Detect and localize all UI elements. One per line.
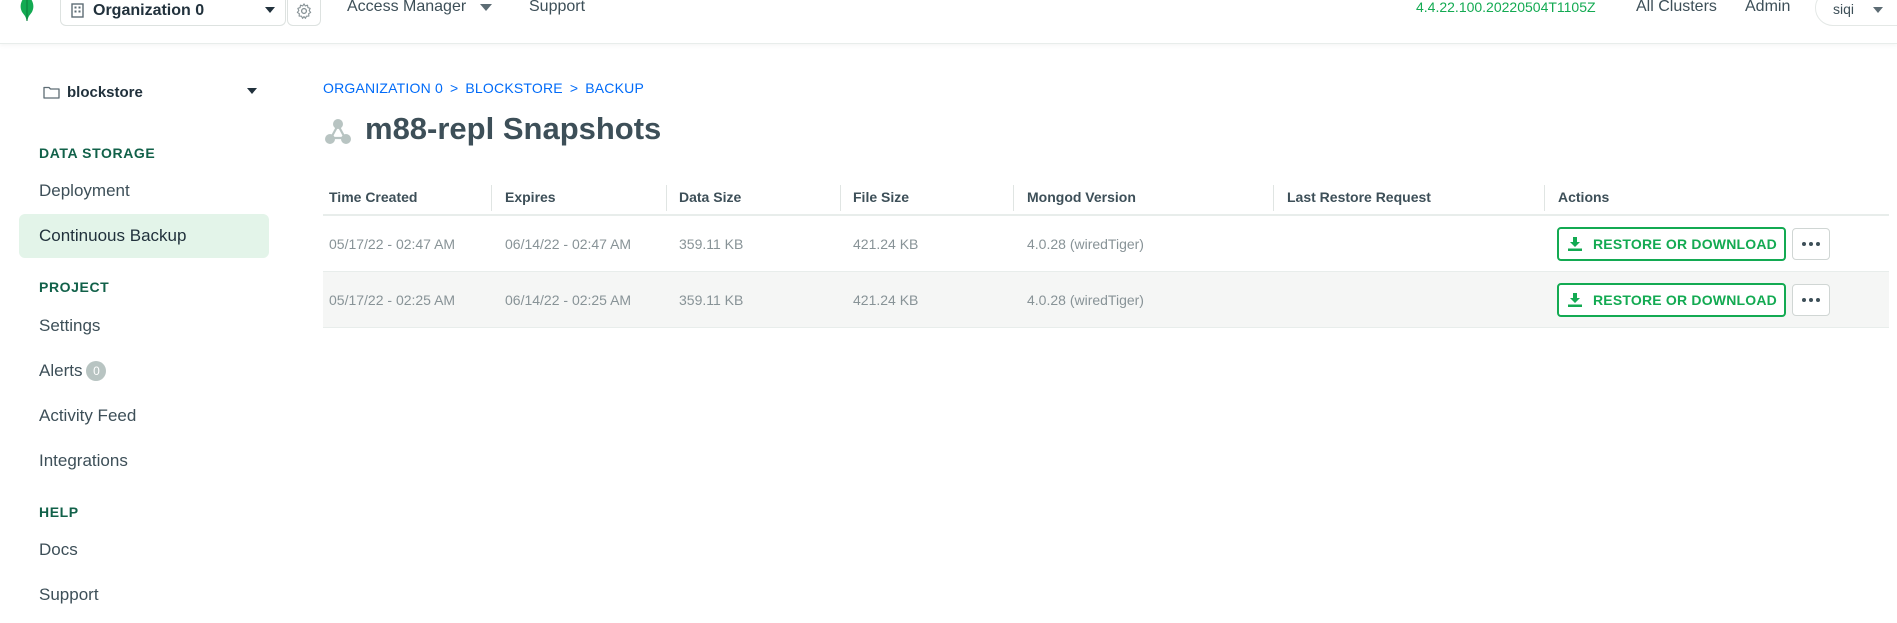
download-icon xyxy=(1568,293,1582,307)
sidebar-item-settings[interactable]: Settings xyxy=(19,304,269,348)
cell-expires: 06/14/22 - 02:25 AM xyxy=(505,292,632,308)
alerts-count-badge: 0 xyxy=(86,361,107,381)
table-header: Time Created Expires Data Size File Size… xyxy=(323,180,1889,216)
sidebar-item-deployment[interactable]: Deployment xyxy=(19,169,269,213)
building-icon xyxy=(71,3,84,18)
breadcrumb-separator: > xyxy=(450,80,459,96)
organization-selector[interactable]: Organization 0 xyxy=(60,0,286,26)
admin-link[interactable]: Admin xyxy=(1745,0,1790,16)
table-row: 05/17/22 - 02:47 AM 06/14/22 - 02:47 AM … xyxy=(323,216,1889,272)
column-header-data-size[interactable]: Data Size xyxy=(679,189,741,205)
sidebar-item-alerts[interactable]: Alerts 0 xyxy=(19,349,269,393)
column-divider xyxy=(1013,185,1014,211)
breadcrumb-project[interactable]: BLOCKSTORE xyxy=(465,80,562,96)
sidebar-item-docs[interactable]: Docs xyxy=(19,528,269,572)
ellipsis-icon xyxy=(1802,242,1806,246)
project-name: blockstore xyxy=(67,83,143,101)
access-manager-menu[interactable]: Access Manager xyxy=(347,0,466,16)
ellipsis-icon xyxy=(1802,298,1806,302)
sidebar-item-support[interactable]: Support xyxy=(19,573,269,617)
cell-file-size: 421.24 KB xyxy=(853,236,919,252)
page-header: m88-repl Snapshots xyxy=(323,111,661,147)
all-clusters-link[interactable]: All Clusters xyxy=(1636,0,1717,16)
top-navigation-bar: Organization 0 Access Manager Support 4.… xyxy=(0,0,1897,44)
chevron-down-icon xyxy=(247,88,257,94)
cell-time-created: 05/17/22 - 02:25 AM xyxy=(329,292,456,308)
column-divider xyxy=(1544,185,1545,211)
sidebar-item-label: Alerts xyxy=(39,361,83,380)
project-selector[interactable]: blockstore xyxy=(43,80,268,104)
replica-set-icon xyxy=(325,119,351,144)
gear-icon xyxy=(296,2,312,19)
folder-icon xyxy=(43,86,60,99)
support-link[interactable]: Support xyxy=(529,0,585,16)
organization-settings-button[interactable] xyxy=(287,0,321,26)
sidebar-item-integrations[interactable]: Integrations xyxy=(19,439,269,483)
more-actions-button[interactable] xyxy=(1792,284,1830,316)
more-actions-button[interactable] xyxy=(1792,228,1830,260)
cell-mongod-version: 4.0.28 (wiredTiger) xyxy=(1027,236,1144,252)
section-help: HELP xyxy=(39,504,79,520)
mongodb-leaf-icon[interactable] xyxy=(18,0,36,22)
breadcrumb-separator: > xyxy=(569,80,579,96)
download-icon xyxy=(1568,237,1582,251)
column-header-file-size[interactable]: File Size xyxy=(853,189,909,205)
breadcrumb: ORGANIZATION 0 > BLOCKSTORE > BACKUP xyxy=(323,80,644,96)
cell-time-created: 05/17/22 - 02:47 AM xyxy=(329,236,456,252)
chevron-down-icon xyxy=(265,7,275,13)
breadcrumb-backup[interactable]: BACKUP xyxy=(585,80,644,96)
organization-name: Organization 0 xyxy=(93,1,205,19)
chevron-down-icon xyxy=(1873,7,1883,13)
column-divider xyxy=(666,185,667,211)
restore-or-download-button[interactable]: RESTORE OR DOWNLOAD xyxy=(1557,227,1786,261)
cell-data-size: 359.11 KB xyxy=(679,292,744,308)
cell-expires: 06/14/22 - 02:47 AM xyxy=(505,236,632,252)
column-divider xyxy=(840,185,841,211)
page-title: m88-repl Snapshots xyxy=(365,111,662,146)
restore-or-download-button[interactable]: RESTORE OR DOWNLOAD xyxy=(1557,283,1786,317)
column-header-last-restore-request[interactable]: Last Restore Request xyxy=(1287,189,1431,205)
breadcrumb-organization[interactable]: ORGANIZATION 0 xyxy=(323,80,443,96)
section-data-storage: DATA STORAGE xyxy=(39,145,156,161)
cell-data-size: 359.11 KB xyxy=(679,236,744,252)
chevron-down-icon[interactable] xyxy=(480,4,492,11)
snapshots-table: Time Created Expires Data Size File Size… xyxy=(323,180,1889,328)
restore-button-label: RESTORE OR DOWNLOAD xyxy=(1593,292,1777,308)
cell-mongod-version: 4.0.28 (wiredTiger) xyxy=(1027,292,1144,308)
column-header-time-created[interactable]: Time Created xyxy=(329,189,417,205)
sidebar-item-continuous-backup[interactable]: Continuous Backup xyxy=(19,214,269,258)
column-header-actions: Actions xyxy=(1558,189,1610,205)
section-project: PROJECT xyxy=(39,279,110,295)
column-divider xyxy=(1273,185,1274,211)
user-menu[interactable]: siqi xyxy=(1815,0,1897,26)
column-header-expires[interactable]: Expires xyxy=(505,189,556,205)
version-label[interactable]: 4.4.22.100.20220504T1105Z xyxy=(1416,0,1596,15)
user-name: siqi xyxy=(1833,1,1855,17)
restore-button-label: RESTORE OR DOWNLOAD xyxy=(1593,236,1777,252)
sidebar-item-activity-feed[interactable]: Activity Feed xyxy=(19,394,269,438)
table-row: 05/17/22 - 02:25 AM 06/14/22 - 02:25 AM … xyxy=(323,272,1889,328)
column-divider xyxy=(491,185,492,211)
cell-file-size: 421.24 KB xyxy=(853,292,919,308)
column-header-mongod-version[interactable]: Mongod Version xyxy=(1027,189,1136,205)
